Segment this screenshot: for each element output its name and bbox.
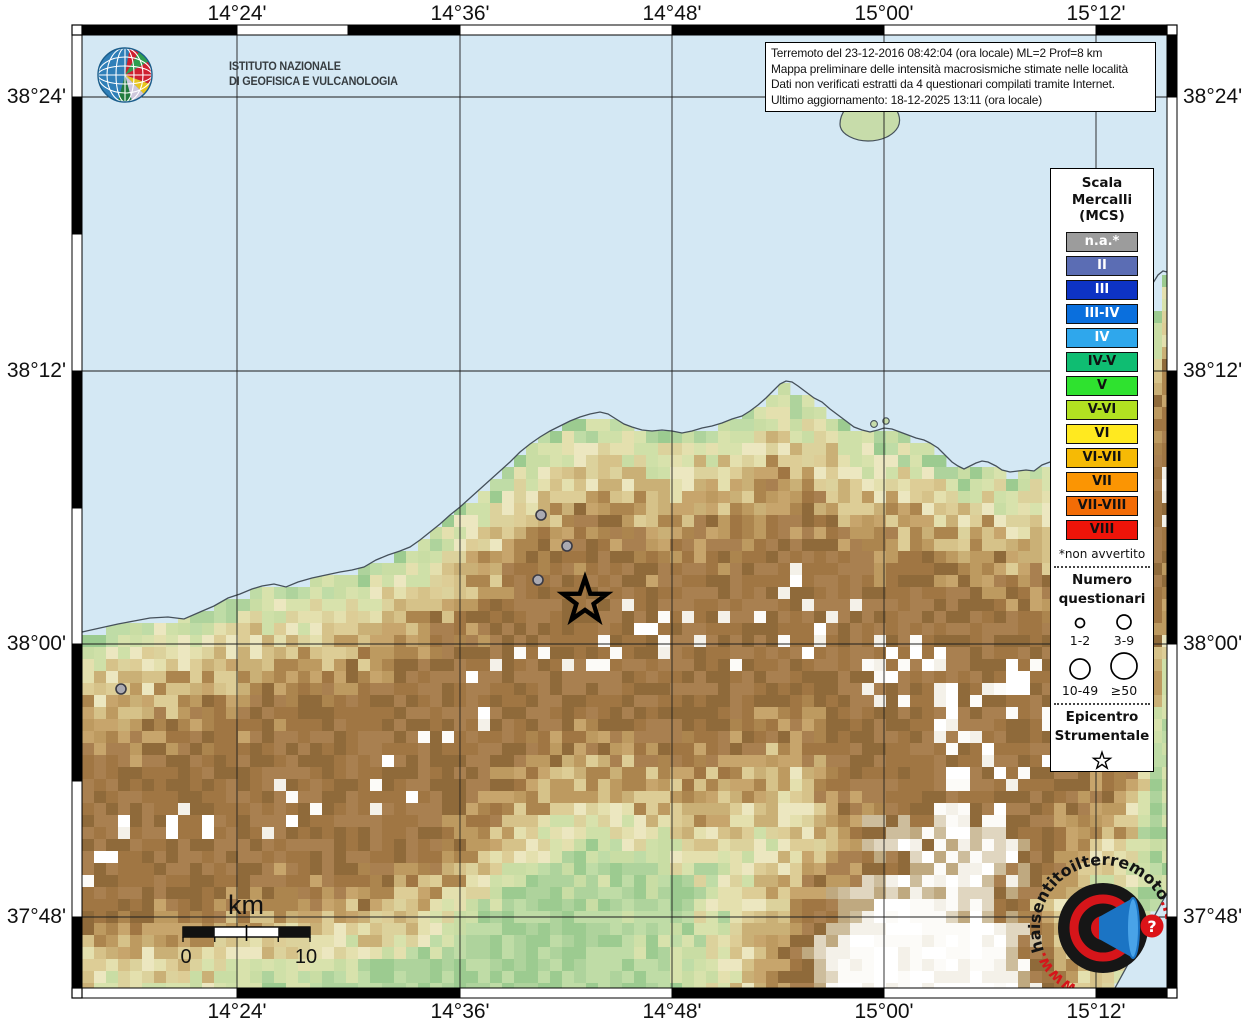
question-mark: ? [1147,917,1156,936]
legend-footnote: *non avvertito [1059,547,1145,561]
islet [871,421,878,428]
intensity-swatch-iiiiv: III-IV [1066,304,1138,324]
na-marker [536,510,546,520]
intensity-swatch-vii: VII [1066,472,1138,492]
questionnaire-circle-icon [1107,650,1141,682]
scale-unit-label: km [228,890,264,920]
megaphone-cap [1127,898,1139,958]
event-info-line3: Dati non verificati estratti da 4 questi… [771,77,1150,93]
ingv-logo-globe [98,48,152,102]
questionnaire-size-key: 1-23-910-49≥50 [1058,612,1146,698]
na-marker [116,684,126,694]
legend-title: Scala Mercalli (MCS) [1072,175,1132,225]
event-info-line1: Terremoto del 23-12-2016 08:42:04 (ora l… [771,46,1150,62]
legend-divider [1054,566,1150,568]
event-info-line2: Mappa preliminare delle intensità macros… [771,62,1150,78]
questionnaire-size-item: ≥50 [1102,650,1146,698]
ingv-org-line2: DI GEOFISICA E VULCANOLOGIA [229,75,398,90]
intensity-swatch-vi: VI [1066,424,1138,444]
questionnaire-size-item: 3-9 [1102,612,1146,648]
questionnaire-circle-icon [1107,612,1141,632]
ingv-logo-wordmark: ISTITUTO NAZIONALE DI GEOFISICA E VULCAN… [229,60,398,89]
legend-panel: Scala Mercalli (MCS) n.a.*IIIIIIII-IVIVI… [1050,168,1154,772]
intensity-swatch-iv: IV [1066,328,1138,348]
intensity-swatch-iii: III [1066,280,1138,300]
questionnaire-size-item: 1-2 [1058,612,1102,648]
intensity-swatch-vivii: VI-VII [1066,448,1138,468]
intensity-swatch-viii: VIII [1066,520,1138,540]
macroseismic-map-figure: km 0 10 www.haisentitoilterremot [0,0,1254,1024]
intensity-swatch-vvi: V-VI [1066,400,1138,420]
intensity-swatch-ivv: IV-V [1066,352,1138,372]
epicenter-key-title: Epicentro Strumentale [1055,708,1150,746]
event-info-line4: Ultimo aggiornamento: 18-12-2025 13:11 (… [771,93,1150,109]
ingv-org-line1: ISTITUTO NAZIONALE [229,60,398,75]
intensity-swatch-na: n.a.* [1066,232,1138,252]
questionnaire-circle-icon [1063,656,1097,682]
questionnaire-size-item: 10-49 [1058,650,1102,698]
event-info-box: Terremoto del 23-12-2016 08:42:04 (ora l… [765,42,1156,112]
questionnaire-count-title: Numero questionari [1059,571,1146,609]
scale-start-label: 0 [180,946,191,968]
epicenter-key-star-icon [1088,749,1116,772]
intensity-swatch-viiviii: VII-VIII [1066,496,1138,516]
questionnaire-circle-icon [1063,614,1097,632]
intensity-swatch-ii: II [1066,256,1138,276]
na-marker [533,575,543,585]
intensity-swatch-v: V [1066,376,1138,396]
na-marker [562,541,572,551]
intensity-scale-list: n.a.*IIIIIIII-IVIVIV-VVV-VIVIVI-VIIVIIVI… [1066,232,1138,540]
legend-divider [1054,703,1150,705]
scale-end-label: 10 [295,946,317,968]
